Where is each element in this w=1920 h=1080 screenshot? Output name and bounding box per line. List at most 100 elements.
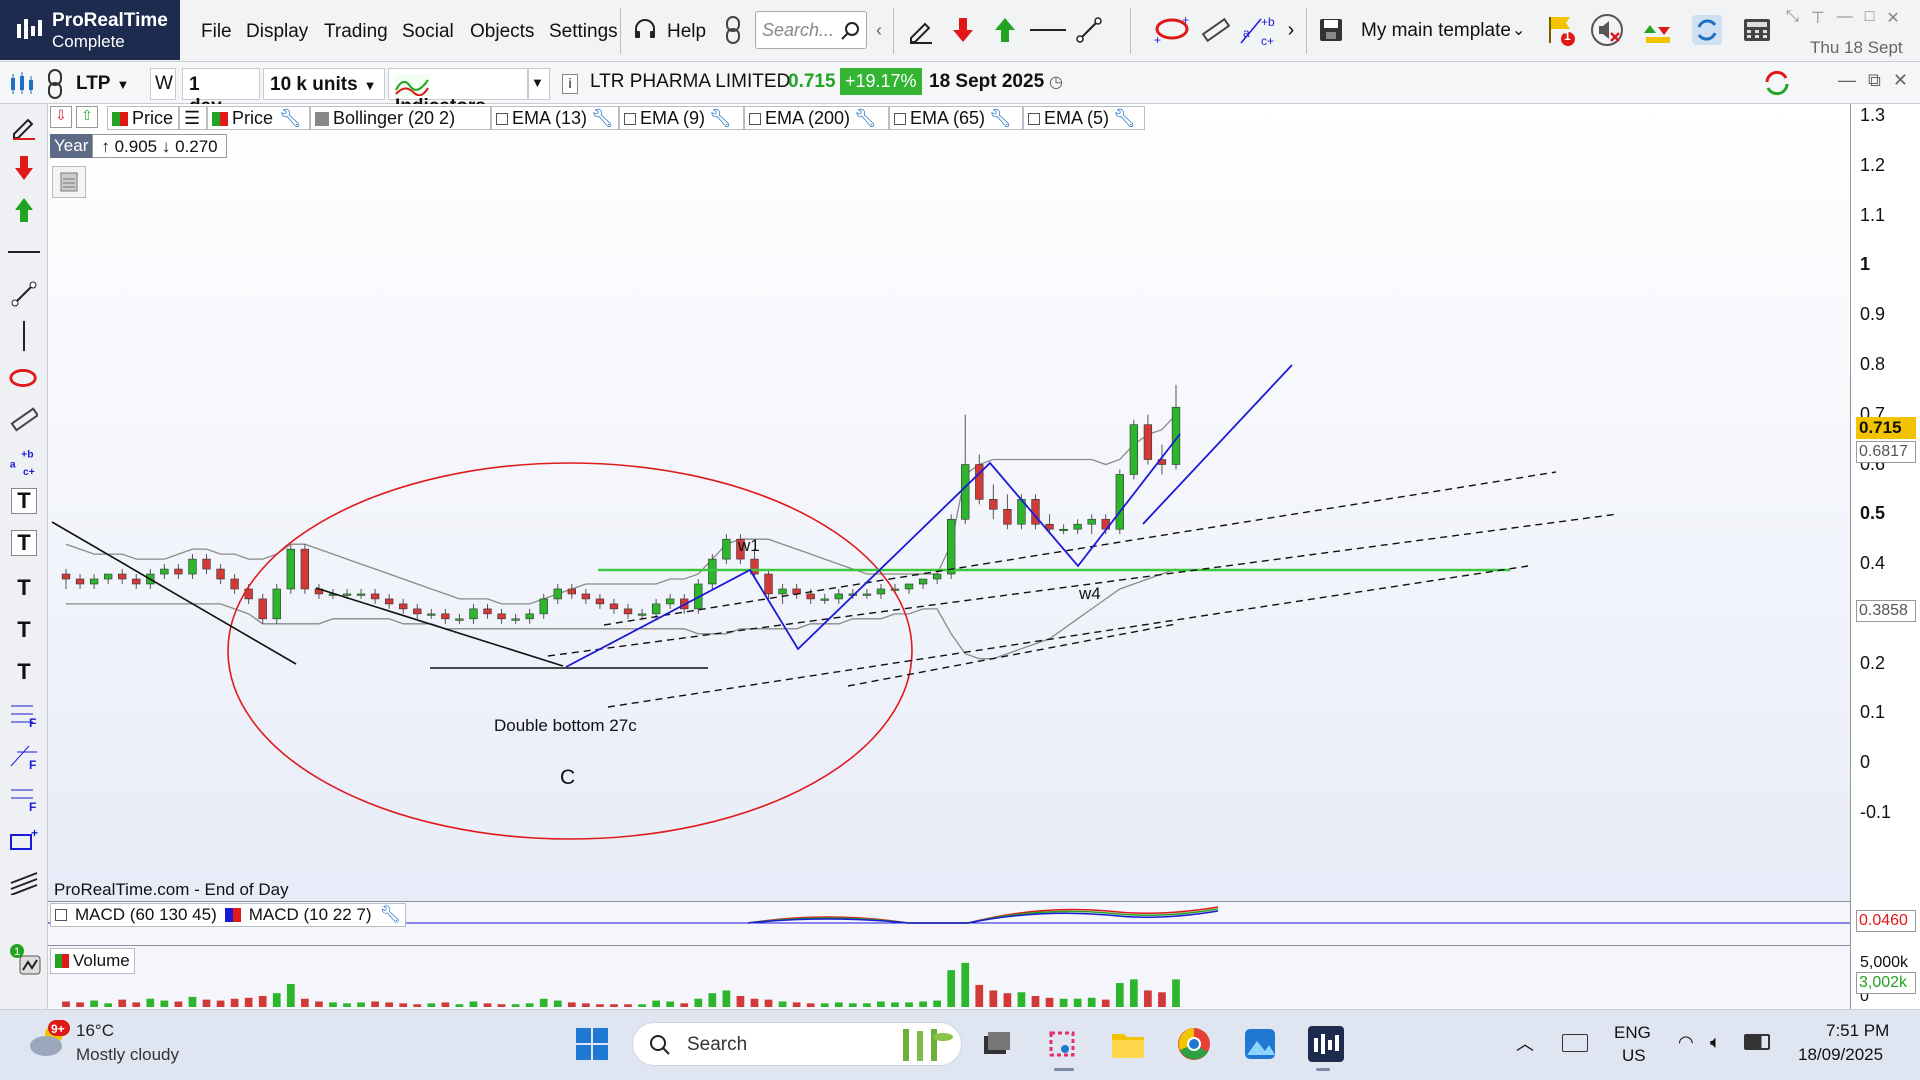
weather-icon[interactable]: 9+ bbox=[28, 1020, 70, 1060]
text-box-tool-icon[interactable]: T bbox=[11, 488, 37, 514]
wrench-icon[interactable]: 🔧︎ bbox=[380, 905, 402, 925]
template-selector[interactable]: My main template bbox=[1361, 20, 1511, 42]
scroll-left-icon[interactable]: ‹ bbox=[872, 13, 886, 47]
pencil-icon[interactable] bbox=[904, 13, 938, 47]
close-icon[interactable]: ✕ bbox=[1893, 70, 1908, 91]
save-icon[interactable] bbox=[1314, 13, 1348, 47]
alarm-clock-icon[interactable]: 1 bbox=[8, 942, 44, 978]
menu-help[interactable]: Help bbox=[667, 21, 706, 43]
arrow-up-green-icon[interactable] bbox=[988, 13, 1022, 47]
alert-flag-icon[interactable]: 1 bbox=[1544, 13, 1578, 47]
chevron-down-icon[interactable]: ⌄ bbox=[1512, 20, 1525, 40]
file-explorer-icon[interactable] bbox=[1106, 1022, 1150, 1066]
w-button[interactable]: W bbox=[150, 68, 176, 100]
candle-body bbox=[469, 608, 478, 620]
clock-date[interactable]: 18/09/2025 bbox=[1798, 1045, 1883, 1065]
menu-display[interactable]: Display bbox=[246, 21, 308, 43]
ruler-icon[interactable] bbox=[1198, 13, 1232, 47]
sync-icon[interactable] bbox=[1760, 66, 1794, 100]
candles-icon[interactable] bbox=[8, 70, 36, 98]
show-hidden-icons[interactable]: ︿ bbox=[1516, 1030, 1534, 1056]
text-box-tool-icon[interactable]: T bbox=[11, 530, 37, 556]
input-language[interactable]: ENG bbox=[1614, 1023, 1651, 1043]
vertical-line-icon[interactable] bbox=[8, 320, 40, 352]
trade-arrows-icon[interactable] bbox=[1640, 13, 1674, 47]
keyboard-icon[interactable] bbox=[1562, 1034, 1588, 1052]
chain-link-icon[interactable] bbox=[44, 68, 66, 100]
ruler-icon[interactable] bbox=[8, 404, 40, 436]
units-dropdown[interactable]: 10 k units ▼ bbox=[263, 68, 385, 100]
calculator-icon[interactable] bbox=[1740, 13, 1774, 47]
menu-objects[interactable]: Objects bbox=[470, 21, 534, 43]
input-region[interactable]: US bbox=[1622, 1046, 1646, 1066]
pencil-icon[interactable] bbox=[8, 110, 40, 142]
link-icon[interactable] bbox=[716, 13, 750, 47]
start-button[interactable] bbox=[570, 1022, 614, 1066]
indicators-button[interactable]: Indicators bbox=[388, 68, 528, 117]
pin-icon[interactable]: ⊤ bbox=[1811, 8, 1825, 30]
indicators-dropdown-chevron[interactable]: ▼ bbox=[528, 68, 550, 100]
headset-icon[interactable] bbox=[628, 13, 662, 47]
prorealtime-taskbar-icon[interactable] bbox=[1304, 1022, 1348, 1066]
scroll-right-icon[interactable]: › bbox=[1282, 13, 1300, 47]
channel-tool-icon[interactable] bbox=[8, 866, 40, 898]
price-type-dropdown[interactable]: LTP ▼ bbox=[70, 68, 142, 100]
volume-bar bbox=[104, 1003, 113, 1007]
text-tool-icon[interactable]: T bbox=[8, 572, 40, 604]
close-icon[interactable]: ✕ bbox=[1886, 8, 1899, 30]
period-dropdown[interactable]: 1 day▼ bbox=[182, 68, 260, 117]
trendline-icon[interactable] bbox=[1072, 13, 1106, 47]
snipping-tool-icon[interactable] bbox=[1040, 1022, 1084, 1066]
sound-muted-icon[interactable] bbox=[1590, 13, 1624, 47]
text-tool-icon[interactable]: T bbox=[8, 656, 40, 688]
horizontal-line-icon[interactable] bbox=[1028, 13, 1068, 47]
restore-icon[interactable]: ⧉ bbox=[1868, 70, 1881, 91]
task-view-icon[interactable] bbox=[974, 1022, 1018, 1066]
arrow-down-red-icon[interactable] bbox=[946, 13, 980, 47]
ellipse-tool-icon[interactable] bbox=[8, 362, 40, 394]
fib-fan-icon[interactable]: F bbox=[8, 698, 40, 730]
arrow-down-red-icon[interactable] bbox=[8, 152, 40, 184]
speaker-icon[interactable]: 🔈︎ bbox=[1710, 1032, 1721, 1053]
wifi-icon[interactable]: ◠ bbox=[1678, 1032, 1694, 1053]
maximize-icon[interactable]: □ bbox=[1865, 8, 1875, 30]
clock-time[interactable]: 7:51 PM bbox=[1826, 1021, 1889, 1041]
horizontal-line-icon[interactable] bbox=[8, 236, 40, 268]
fib-retracement-icon[interactable]: F bbox=[8, 740, 40, 772]
minimize-icon[interactable]: — bbox=[1838, 70, 1856, 91]
rectangle-tool-icon[interactable]: + bbox=[8, 824, 40, 856]
menu-social[interactable]: Social bbox=[402, 21, 454, 43]
downtrend-line-2[interactable] bbox=[315, 587, 564, 667]
trendline-icon[interactable] bbox=[8, 278, 40, 310]
menu-file[interactable]: File bbox=[201, 21, 232, 43]
volume-tag[interactable]: Volume bbox=[50, 948, 135, 974]
macd-tags[interactable]: MACD (60 130 45) MACD (10 22 7) 🔧︎ bbox=[50, 903, 407, 927]
refresh-icon[interactable] bbox=[1690, 13, 1724, 47]
taskbar-search[interactable]: Search bbox=[632, 1022, 962, 1066]
battery-icon[interactable] bbox=[1744, 1034, 1770, 1050]
volume-bar bbox=[371, 1001, 379, 1007]
candlestick-plot[interactable] bbox=[48, 104, 1850, 901]
candle bbox=[75, 574, 85, 589]
arrow-up-green-icon[interactable] bbox=[8, 194, 40, 226]
text-tool-icon[interactable]: T bbox=[8, 614, 40, 646]
chrome-icon[interactable] bbox=[1172, 1022, 1216, 1066]
menu-settings[interactable]: Settings bbox=[549, 21, 618, 43]
channel-line-low[interactable] bbox=[607, 565, 1529, 708]
minimize-icon[interactable]: — bbox=[1837, 8, 1853, 30]
candle bbox=[1045, 514, 1054, 535]
menu-trading[interactable]: Trading bbox=[324, 21, 388, 43]
candle-body bbox=[820, 598, 829, 601]
search-input[interactable]: Search... bbox=[755, 11, 867, 49]
downtrend-line[interactable] bbox=[51, 521, 297, 665]
projection-line[interactable] bbox=[1142, 364, 1293, 525]
channel-line-bottom[interactable] bbox=[847, 623, 1177, 687]
fibonacci-icon[interactable]: +b a c+ bbox=[8, 446, 40, 478]
photos-icon[interactable] bbox=[1238, 1022, 1282, 1066]
fib-time-icon[interactable]: F bbox=[8, 782, 40, 814]
fibonacci-icon[interactable]: +b a c+ bbox=[1238, 13, 1278, 47]
ellipse-tool-icon[interactable]: + + bbox=[1152, 13, 1192, 47]
candle bbox=[1115, 469, 1124, 535]
info-icon[interactable]: i bbox=[562, 74, 578, 94]
restore-icon[interactable]: ⤡ bbox=[1786, 8, 1799, 30]
